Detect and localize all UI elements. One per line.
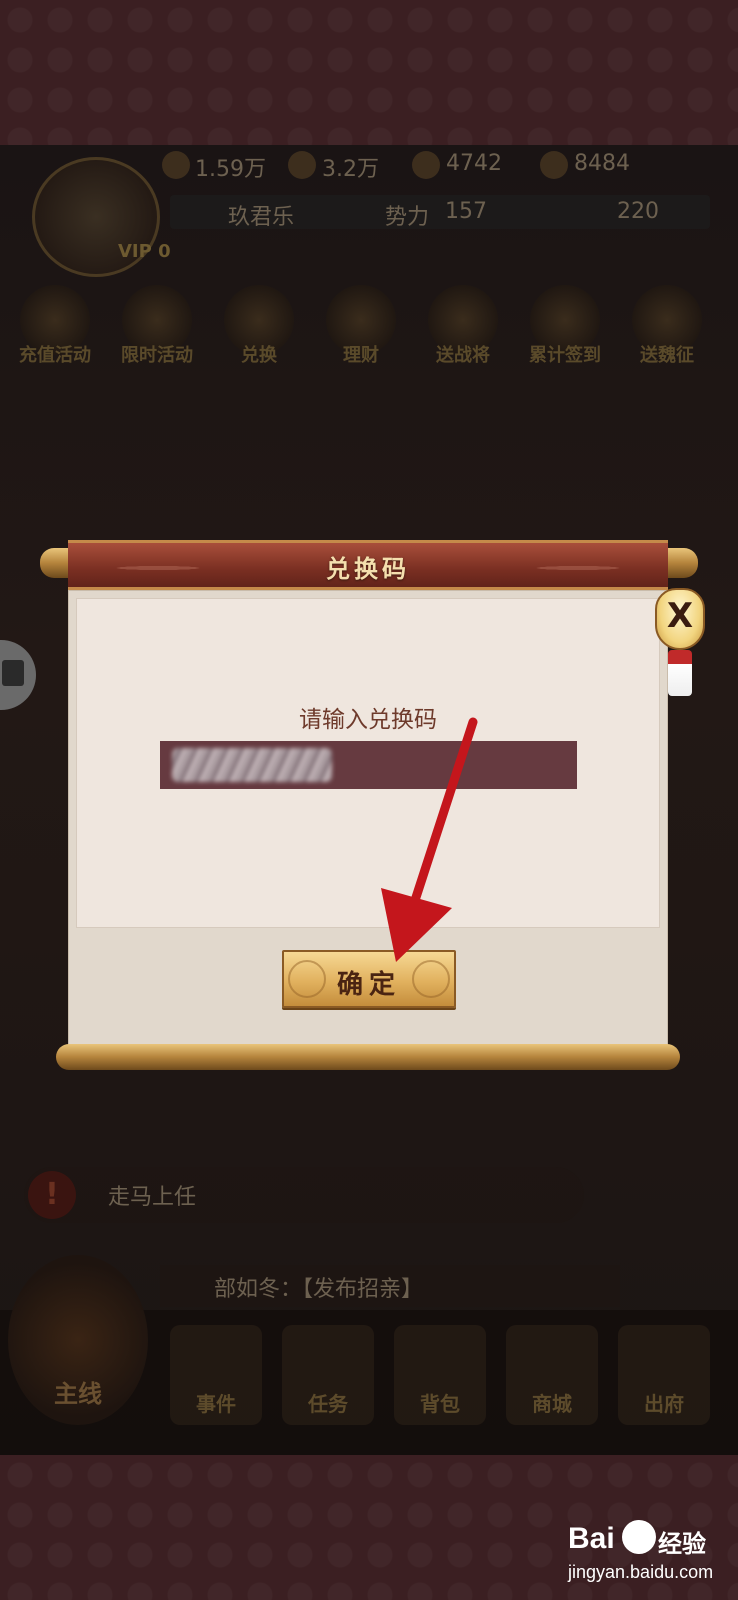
watermark-brand-cn: 经验 <box>658 1530 706 1558</box>
redacted-code <box>172 748 332 782</box>
power-label: 势力 <box>385 205 430 230</box>
confirm-button[interactable]: 确定 <box>282 950 456 1008</box>
activity-limited: 限时活动 <box>114 285 200 367</box>
dialog-header: 兑换码 <box>68 540 668 590</box>
dialog-title: 兑换码 <box>326 554 410 583</box>
top-letterbox <box>0 0 738 145</box>
power-value: 157 <box>445 199 487 224</box>
baidu-watermark: Bai 经验 jingyan.baidu.com <box>560 1518 730 1588</box>
scroll-bottom-rod <box>56 1044 680 1070</box>
activity-exchange: 兑换 <box>216 285 302 367</box>
news-text: 部如冬：【发布招亲】 <box>214 1277 424 1302</box>
nav-tasks: 任务 <box>282 1325 374 1425</box>
nav-exit-mansion: 出府 <box>618 1325 710 1425</box>
activity-finance: 理财 <box>318 285 404 367</box>
nav-bag: 背包 <box>394 1325 486 1425</box>
close-icon: X <box>666 596 694 636</box>
resource-soldiers: 4742 <box>446 151 502 176</box>
task-row: ! 走马上任 <box>24 1167 584 1223</box>
activity-signin: 累计签到 <box>522 285 608 367</box>
puzzle-icon <box>2 660 24 686</box>
activity-weizheng: 送魏征 <box>624 285 710 367</box>
ingot-value: 220 <box>617 199 659 224</box>
grain-icon <box>288 151 316 179</box>
soldier-icon <box>412 151 440 179</box>
activity-recharge: 充值活动 <box>12 285 98 367</box>
close-button[interactable]: X <box>655 588 705 650</box>
code-prompt: 请输入兑换码 <box>299 707 437 733</box>
alert-icon: ! <box>28 1171 76 1219</box>
nav-shop: 商城 <box>506 1325 598 1425</box>
activity-general: 送战将 <box>420 285 506 367</box>
watermark-brand: Bai <box>568 1522 615 1555</box>
player-name: 玖君乐 <box>228 205 295 230</box>
mainline-button: 主线 <box>8 1255 148 1425</box>
vip-badge: VIP 0 <box>118 241 171 262</box>
resource-gems: 8484 <box>574 151 630 176</box>
silver-icon <box>162 151 190 179</box>
watermark-url: jingyan.baidu.com <box>568 1562 714 1582</box>
confirm-label: 确定 <box>336 970 401 1000</box>
baidu-paw-icon <box>622 1520 656 1554</box>
resource-silver: 1.59万 <box>195 157 266 182</box>
task-text: 走马上任 <box>108 1185 197 1210</box>
resource-grain: 3.2万 <box>322 157 379 182</box>
nav-events: 事件 <box>170 1325 262 1425</box>
side-menu-tab <box>0 640 36 710</box>
lantern-tassel <box>668 650 692 696</box>
gem-icon <box>540 151 568 179</box>
news-ticker: 部如冬：【发布招亲】 <box>160 1265 620 1307</box>
